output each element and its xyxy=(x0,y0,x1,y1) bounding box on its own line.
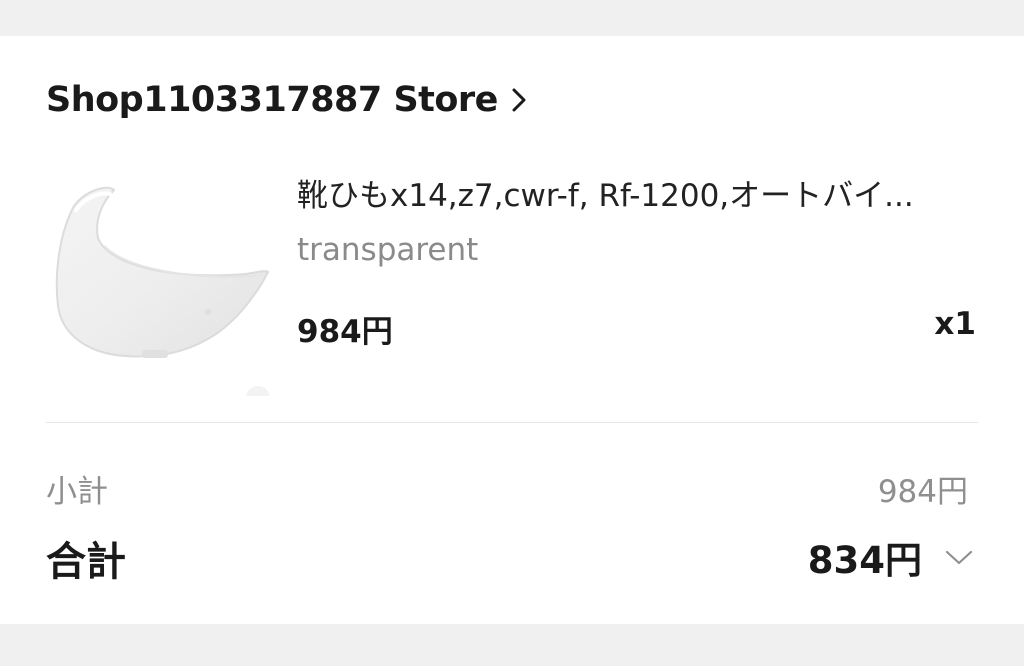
product-image[interactable] xyxy=(46,176,276,410)
product-price: 984円 xyxy=(297,314,393,350)
product-quantity: x1 xyxy=(934,306,976,342)
product-title[interactable]: 靴ひもx14,z7,cwr-f, Rf-1200,オートバイ... xyxy=(297,170,977,215)
store-name: Shop1103317887 Store xyxy=(46,80,498,120)
total-label: 合計 xyxy=(46,539,126,585)
store-link[interactable]: Shop1103317887 Store xyxy=(46,76,530,124)
total-value: 834円 xyxy=(807,539,922,582)
subtotal-label: 小計 xyxy=(46,474,108,510)
chevron-down-icon[interactable] xyxy=(944,547,974,567)
subtotal-value: 984円 xyxy=(877,474,968,510)
divider xyxy=(46,422,978,423)
chevron-right-icon xyxy=(508,87,530,113)
total-toggle[interactable]: 834円 xyxy=(808,530,974,584)
order-store-card: Shop1103317887 Store 靴ひもx14,z7,cwr-f, Rf… xyxy=(0,36,1024,624)
product-variant: transparent xyxy=(297,232,479,268)
